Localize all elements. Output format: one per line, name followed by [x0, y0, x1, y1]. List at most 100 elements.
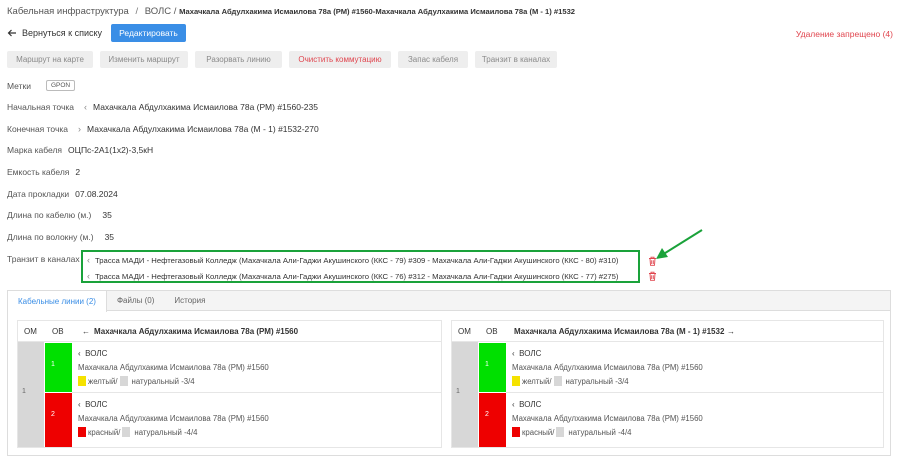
natural-swatch: [122, 427, 131, 437]
chevron-right-icon[interactable]: ›: [78, 124, 81, 134]
row-divider: [72, 392, 441, 393]
yellow-swatch: [512, 376, 520, 386]
edit-button[interactable]: Редактировать: [111, 24, 186, 42]
transit-item-label: Трасса МАДИ - Нефтегазовый Колледж (Маха…: [95, 272, 619, 281]
ob-header: ОВ: [486, 327, 498, 336]
natural-swatch: [553, 376, 562, 386]
end-point-value[interactable]: Махачкала Абдулхакима Исмаилова 78а (М -…: [87, 124, 319, 134]
fiber-length-label: Длина по волокну (м.): [7, 232, 94, 242]
om-cell: 1: [18, 342, 44, 447]
cable-capacity-row: Емкость кабеля 2: [7, 167, 80, 177]
left-cable-panel: ОМ ОВ ← Махачкала Абдулхакима Исмаилова …: [17, 320, 442, 448]
fiber-color-cell: 2: [479, 393, 506, 447]
om-header: ОМ: [24, 327, 37, 336]
fiber-info: ‹ ВОЛС Махачкала Абдулхакима Исмаилова 7…: [512, 400, 703, 437]
delete-forbidden-status: Удаление запрещено (4): [795, 29, 893, 39]
fiber-location: Махачкала Абдулхакима Исмаилова 78а (РМ)…: [78, 363, 269, 372]
back-to-list-link[interactable]: Вернуться к списку: [7, 28, 102, 38]
cable-reserve-button[interactable]: Запас кабеля: [398, 51, 468, 68]
details-tabs-card: Кабельные линии (2) Файлы (0) История ОМ…: [7, 290, 891, 456]
ob-header: ОВ: [52, 327, 64, 336]
arrow-right-icon[interactable]: →: [727, 327, 735, 336]
panel-header: ОМ ОВ Махачкала Абдулхакима Исмаилова 78…: [452, 321, 883, 342]
laying-date-label: Дата прокладки: [7, 189, 70, 199]
start-point-label: Начальная точка: [7, 102, 75, 112]
cable-length-label: Длина по кабелю (м.): [7, 210, 92, 220]
tab-cable-lines[interactable]: Кабельные линии (2): [8, 291, 107, 312]
fiber-length-value: 35: [104, 232, 115, 242]
breadcrumb-root[interactable]: Кабельная инфраструктура: [7, 6, 129, 17]
transit-item-label: Трасса МАДИ - Нефтегазовый Колледж (Маха…: [95, 256, 619, 265]
tab-files[interactable]: Файлы (0): [107, 291, 164, 310]
fiber-length-row: Длина по волокну (м.) 35: [7, 232, 114, 242]
break-line-button[interactable]: Разорвать линию: [195, 51, 282, 68]
yellow-swatch: [78, 376, 86, 386]
red-swatch: [78, 427, 86, 437]
panel-header: ОМ ОВ ← Махачкала Абдулхакима Исмаилова …: [18, 321, 441, 342]
transit-label: Транзит в каналах: [7, 254, 80, 264]
start-point-row: Начальная точка ‹ Махачкала Абдулхакима …: [7, 102, 318, 112]
back-label: Вернуться к списку: [22, 28, 103, 38]
tags-label: Метки: [7, 80, 31, 91]
om-header: ОМ: [458, 327, 471, 336]
cable-capacity-label: Емкость кабеля: [7, 167, 70, 177]
fiber-location: Махачкала Абдулхакима Исмаилова 78а (РМ)…: [512, 414, 703, 423]
chevron-left-icon: ‹: [87, 255, 90, 265]
cable-length-value: 35: [102, 210, 112, 220]
tags-row: Метки GPON: [7, 80, 76, 91]
laying-date-row: Дата прокладки 07.08.2024: [7, 189, 118, 199]
tab-bar: Кабельные линии (2) Файлы (0) История: [8, 291, 890, 312]
row-divider: [506, 392, 883, 393]
breadcrumb: Кабельная инфраструктура / ВОЛС / Махачк…: [7, 6, 575, 17]
change-route-button[interactable]: Изменить маршрут: [100, 51, 188, 68]
laying-date-value: 07.08.2024: [75, 189, 118, 199]
chevron-left-icon[interactable]: ‹: [78, 349, 81, 358]
chevron-left-icon[interactable]: ‹: [84, 102, 87, 112]
chevron-left-icon[interactable]: ‹: [512, 400, 515, 409]
panel-title[interactable]: Махачкала Абдулхакима Исмаилова 78а (М -…: [514, 327, 724, 336]
fiber-sub: натуральный -3/4: [565, 376, 629, 386]
arrow-left-icon[interactable]: ←: [82, 327, 90, 336]
fiber-color-cell: 1: [479, 343, 506, 392]
natural-swatch: [119, 376, 128, 386]
fiber-color-name: желтый/: [522, 376, 552, 386]
om-cell: 1: [452, 342, 478, 447]
fiber-sub: натуральный -4/4: [134, 427, 198, 437]
fiber-cable-name[interactable]: ВОЛС: [519, 400, 541, 409]
end-point-label: Конечная точка: [7, 124, 69, 134]
channel-transit-button[interactable]: Транзит в каналах: [475, 51, 557, 68]
breadcrumb-current: Махачкала Абдулхакима Исмаилова 78а (РМ)…: [179, 7, 576, 16]
transit-item[interactable]: ‹ Трасса МАДИ - Нефтегазовый Колледж (Мах…: [87, 271, 618, 281]
fiber-color-cell: 1: [45, 343, 72, 392]
cable-capacity-value: 2: [75, 167, 81, 177]
breadcrumb-separator: /: [135, 6, 139, 17]
fiber-info: ‹ ВОЛС Махачкала Абдулхакима Исмаилова 7…: [78, 349, 269, 386]
fiber-sub: натуральный -3/4: [131, 376, 195, 386]
tab-history[interactable]: История: [164, 291, 215, 310]
action-toolbar: Маршрут на карте Изменить маршрут Разорв…: [7, 51, 557, 68]
fiber-cable-name[interactable]: ВОЛС: [85, 349, 107, 358]
red-swatch: [512, 427, 520, 437]
panel-title[interactable]: Махачкала Абдулхакима Исмаилова 78а (РМ)…: [94, 327, 298, 336]
breadcrumb-section[interactable]: ВОЛС /: [145, 6, 177, 17]
fiber-color-name: красный/: [522, 427, 555, 437]
trash-icon[interactable]: [648, 271, 657, 281]
fiber-location: Махачкала Абдулхакима Исмаилова 78а (РМ)…: [512, 363, 703, 372]
fiber-info: ‹ ВОЛС Махачкала Абдулхакима Исмаилова 7…: [512, 349, 703, 386]
fiber-sub: натуральный -4/4: [568, 427, 632, 437]
end-point-row: Конечная точка › Махачкала Абдулхакима И…: [7, 124, 319, 134]
route-on-map-button[interactable]: Маршрут на карте: [7, 51, 93, 68]
cable-brand-value: ОЦПс-2А1(1х2)-3,5кН: [68, 145, 154, 155]
start-point-value[interactable]: Махачкала Абдулхакима Исмаилова 78а (РМ)…: [93, 102, 318, 112]
natural-swatch: [556, 427, 565, 437]
chevron-left-icon[interactable]: ‹: [512, 349, 515, 358]
cable-brand-label: Марка кабеля: [7, 145, 63, 155]
arrow-left-icon: [7, 29, 16, 37]
fiber-cable-name[interactable]: ВОЛС: [519, 349, 541, 358]
transit-item[interactable]: ‹ Трасса МАДИ - Нефтегазовый Колледж (Мах…: [87, 255, 618, 265]
chevron-left-icon: ‹: [87, 271, 90, 281]
fiber-cable-name[interactable]: ВОЛС: [85, 400, 107, 409]
chevron-left-icon[interactable]: ‹: [78, 400, 81, 409]
clear-switching-button[interactable]: Очистить коммутацию: [289, 51, 391, 68]
cable-brand-row: Марка кабеля ОЦПс-2А1(1х2)-3,5кН: [7, 145, 153, 155]
